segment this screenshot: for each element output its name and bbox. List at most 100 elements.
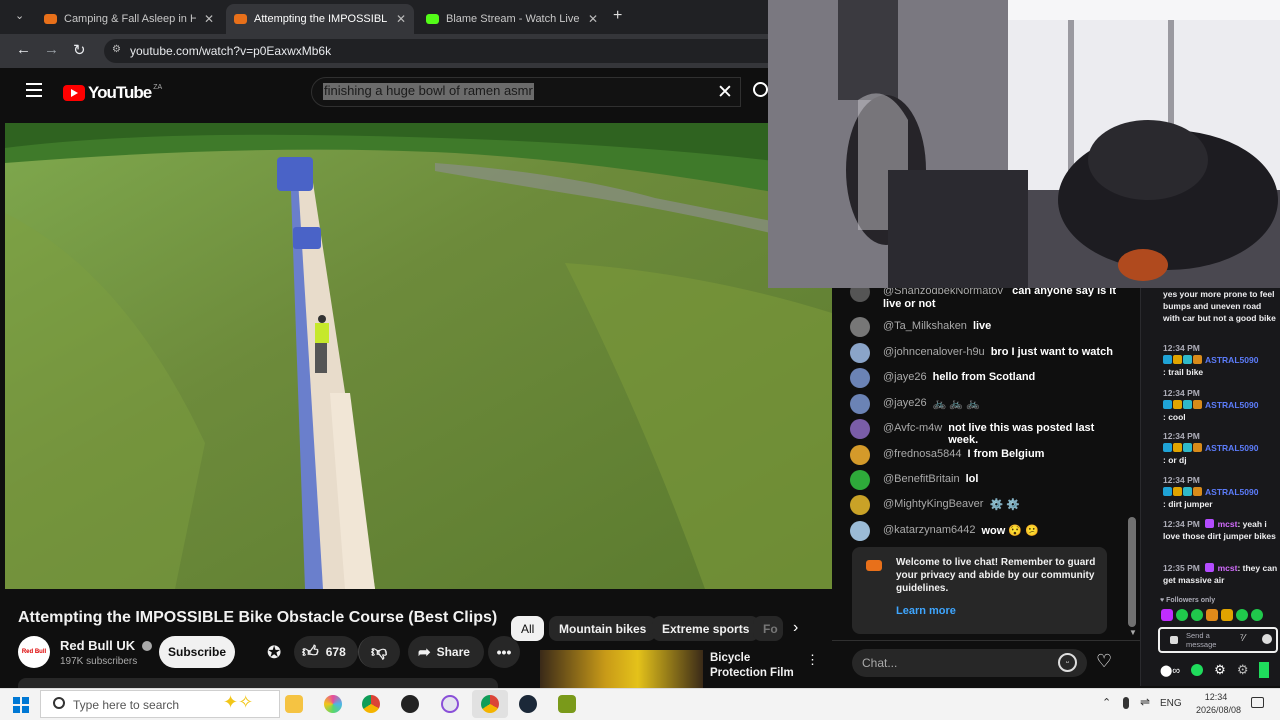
network-icon[interactable]: ⇌ <box>1140 695 1150 709</box>
chat-author[interactable]: @Avfc-m4w <box>883 422 942 434</box>
chat-author[interactable]: @BenefitBritain <box>883 473 960 485</box>
twitch-username[interactable]: ASTRAL5090 <box>1205 400 1258 410</box>
related-thumbnail[interactable] <box>540 650 703 688</box>
twitch-username[interactable]: ASTRAL5090 <box>1205 487 1258 497</box>
avatar <box>850 343 870 363</box>
heart-icon[interactable]: ♡ <box>1096 651 1112 672</box>
chrome-icon[interactable] <box>481 695 499 713</box>
emote-icon[interactable] <box>1221 609 1233 621</box>
twitch-username[interactable]: ASTRAL5090 <box>1205 355 1258 365</box>
emote-icon[interactable] <box>1206 609 1218 621</box>
sparkle-icon: ✦✧ <box>223 692 254 712</box>
badge-icon <box>1183 487 1192 496</box>
tab-attempting[interactable]: Attempting the IMPOSSIBLE ✕ <box>226 4 414 34</box>
video-frame <box>5 123 832 589</box>
chat-author[interactable]: @katarzynam6442 <box>883 524 976 536</box>
forward-icon[interactable]: → <box>44 41 59 58</box>
related-title[interactable]: Bicycle Protection Film <box>710 651 800 681</box>
start-button[interactable] <box>13 697 29 713</box>
twitch-send-input[interactable]: Send a message ⁷⁄ <box>1158 627 1278 653</box>
chat-button[interactable] <box>1259 662 1270 678</box>
chat-author[interactable]: @jaye26 <box>883 397 927 409</box>
app-icon[interactable] <box>558 695 576 713</box>
search-query: finishing a huge bowl of ramen asmr <box>323 83 534 100</box>
video-title: Attempting the IMPOSSIBLE Bike Obstacle … <box>18 609 498 626</box>
chip-mountain-bikes[interactable]: Mountain bikes <box>549 616 657 641</box>
video-player[interactable] <box>5 123 832 589</box>
badge-icon <box>1163 355 1172 364</box>
learn-more-link[interactable]: Learn more <box>896 605 956 617</box>
badge-icon <box>1193 400 1202 409</box>
like-button[interactable]: 👍︎ 678 <box>294 636 358 668</box>
chat-text: not live this was posted last week. <box>948 422 1095 446</box>
reload-icon[interactable]: ↻ <box>73 41 86 59</box>
chat-message: @jaye26 hello from Scotland <box>850 368 1120 388</box>
emote-picker-icon[interactable] <box>1262 634 1272 644</box>
points-icon[interactable]: ⬤∞ <box>1160 664 1180 677</box>
emote-icon[interactable] <box>1251 609 1263 621</box>
description-box[interactable] <box>18 678 498 688</box>
emote-icon[interactable] <box>1236 609 1248 621</box>
chrome-icon[interactable] <box>362 695 380 713</box>
channel-name[interactable]: Red Bull UK <box>60 638 152 653</box>
chat-author[interactable]: @johncenalover-h9u <box>883 346 985 358</box>
scroll-down-icon[interactable]: ▼ <box>1129 628 1137 637</box>
clear-search-icon[interactable]: ✕ <box>717 81 733 104</box>
chip-more[interactable]: Fo <box>753 616 783 641</box>
twitch-username[interactable]: ASTRAL5090 <box>1205 443 1258 453</box>
chat-author[interactable]: @Ta_Milkshaken <box>883 320 967 332</box>
app-icon[interactable] <box>324 695 342 713</box>
channel-badge-icon[interactable]: ✪ <box>267 643 281 663</box>
share-button[interactable]: ➦ Share <box>408 636 484 668</box>
subscribe-button[interactable]: Subscribe <box>159 636 235 668</box>
chips-next-icon[interactable]: › <box>793 619 798 637</box>
tray-chevron-icon[interactable]: ⌃ <box>1102 696 1111 709</box>
dislike-button[interactable]: 👎︎ <box>358 636 400 668</box>
related-more-icon[interactable]: ⋮ <box>806 652 819 668</box>
tab-camping[interactable]: Camping & Fall Asleep in H ✕ <box>36 4 222 34</box>
chat-author[interactable]: @MightyKingBeaver <box>883 498 983 510</box>
twitch-username[interactable]: mcst <box>1218 519 1238 529</box>
search-icon[interactable] <box>753 82 768 97</box>
language-indicator[interactable]: ENG <box>1160 698 1182 709</box>
chip-extreme-sports[interactable]: Extreme sports <box>652 616 760 641</box>
new-tab-icon[interactable]: + <box>613 7 622 25</box>
site-info-icon[interactable]: ⚙ <box>112 44 121 55</box>
menu-icon[interactable] <box>26 83 42 97</box>
command-icon[interactable]: ⁷⁄ <box>1240 633 1245 644</box>
close-icon[interactable]: ✕ <box>204 12 214 26</box>
close-icon[interactable]: ✕ <box>588 12 598 26</box>
chat-author[interactable]: @jaye26 <box>883 371 927 383</box>
emote-icon[interactable] <box>1161 609 1173 621</box>
settings-icon[interactable]: ⚙ <box>1214 662 1226 678</box>
notification-icon[interactable] <box>1251 697 1264 708</box>
taskbar-search[interactable]: Type here to search ✦✧ <box>40 690 280 718</box>
channel-avatar[interactable]: Red Bull <box>18 636 50 668</box>
tab-kick[interactable]: Blame Stream - Watch Live on K ✕ <box>418 4 606 34</box>
kick-icon[interactable] <box>1191 664 1204 676</box>
obs-icon[interactable] <box>401 695 419 713</box>
chat-author[interactable]: @frednosa5844 <box>883 448 961 460</box>
url-field[interactable]: ⚙ youtube.com/watch?v=p0EaxwxMb6k <box>104 39 770 63</box>
chat-message: @Avfc-m4w not live this was posted last w… <box>850 419 1120 446</box>
back-icon[interactable]: ← <box>16 41 31 58</box>
chat-input[interactable]: Chat... <box>852 649 1087 677</box>
chat-scrollbar[interactable] <box>1128 517 1136 627</box>
avatar <box>850 394 870 414</box>
emoji-icon[interactable]: ᵕ <box>1058 653 1077 672</box>
microphone-icon[interactable] <box>1123 697 1129 709</box>
tab-list-dropdown[interactable]: ⌄ <box>15 9 24 22</box>
close-icon[interactable]: ✕ <box>396 12 406 26</box>
more-actions-button[interactable]: ••• <box>488 636 520 668</box>
gear-small-icon[interactable]: ⚙ <box>1237 662 1249 678</box>
steam-icon[interactable] <box>519 695 537 713</box>
file-explorer-icon[interactable] <box>285 695 303 713</box>
emote-icon[interactable] <box>1191 609 1203 621</box>
twitch-username[interactable]: mcst <box>1218 563 1238 573</box>
chip-all[interactable]: All <box>511 616 545 641</box>
clock[interactable]: 12:34 2026/08/08 <box>1196 691 1241 717</box>
app-icon[interactable] <box>441 695 459 713</box>
youtube-logo[interactable]: YouTube ZA <box>63 83 162 103</box>
emote-row[interactable] <box>1161 609 1279 623</box>
emote-icon[interactable] <box>1176 609 1188 621</box>
